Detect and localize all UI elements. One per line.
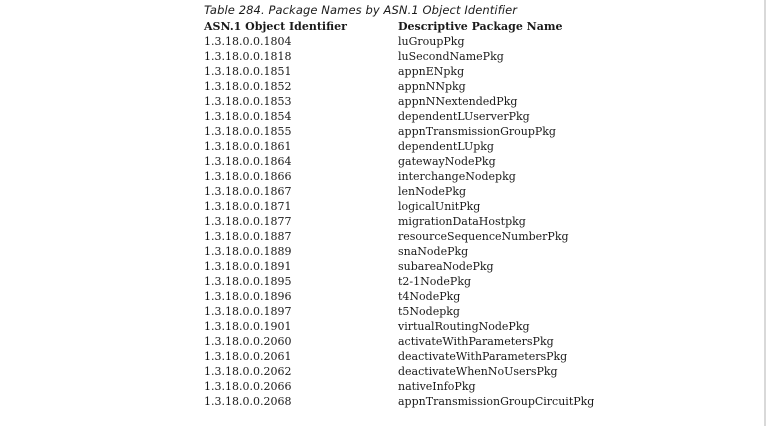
package-name-cell: virtualRoutingNodePkg: [398, 320, 530, 333]
table-body: 1.3.18.0.0.1804 luGroupPkg 1.3.18.0.0.1818…: [202, 34, 638, 409]
table-row: 1.3.18.0.0.1864 gatewayNodePkg: [202, 154, 638, 169]
package-name-cell: deactivateWhenNoUsersPkg: [398, 365, 558, 378]
object-identifier-cell: 1.3.18.0.0.1897: [204, 305, 292, 318]
object-identifier-cell: 1.3.18.0.0.1867: [204, 185, 292, 198]
object-identifier-cell: 1.3.18.0.0.1851: [204, 65, 292, 78]
table-row: 1.3.18.0.0.1871 logicalUnitPkg: [202, 199, 638, 214]
table-row: 1.3.18.0.0.2061 deactivateWithParametersP…: [202, 349, 638, 364]
package-name-cell: t4NodePkg: [398, 290, 461, 303]
package-name-cell: nativeInfoPkg: [398, 380, 476, 393]
table-row: 1.3.18.0.0.1877 migrationDataHostpkg: [202, 214, 638, 229]
object-identifier-cell: 1.3.18.0.0.1864: [204, 155, 292, 168]
header-asn1-object-identifier: ASN.1 Object Identifier: [204, 20, 347, 33]
package-name-cell: luSecondNamePkg: [398, 50, 504, 63]
table-header-row: ASN.1 Object Identifier Descriptive Pack…: [202, 19, 638, 34]
package-name-cell: appnNNextendedPkg: [398, 95, 518, 108]
package-name-cell: t5Nodepkg: [398, 305, 460, 318]
package-name-cell: t2-1NodePkg: [398, 275, 472, 288]
table-row: 1.3.18.0.0.2062 deactivateWhenNoUsersPkg: [202, 364, 638, 379]
table-row: 1.3.18.0.0.1889 snaNodePkg: [202, 244, 638, 259]
package-name-cell: lenNodePkg: [398, 185, 467, 198]
object-identifier-cell: 1.3.18.0.0.2068: [204, 395, 292, 408]
object-identifier-cell: 1.3.18.0.0.1891: [204, 260, 292, 273]
package-name-cell: deactivateWithParametersPkg: [398, 350, 568, 363]
table-row: 1.3.18.0.0.1855 appnTransmissionGroupPkg: [202, 124, 638, 139]
header-descriptive-package-name: Descriptive Package Name: [398, 20, 563, 33]
object-identifier-cell: 1.3.18.0.0.1852: [204, 80, 292, 93]
object-identifier-cell: 1.3.18.0.0.2061: [204, 350, 292, 363]
table-row: 1.3.18.0.0.1852 appnNNpkg: [202, 79, 638, 94]
package-name-cell: snaNodePkg: [398, 245, 469, 258]
package-name-cell: resourceSequenceNumberPkg: [398, 230, 569, 243]
object-identifier-cell: 1.3.18.0.0.1853: [204, 95, 292, 108]
package-name-cell: dependentLUserverPkg: [398, 110, 530, 123]
package-name-cell: luGroupPkg: [398, 35, 465, 48]
object-identifier-cell: 1.3.18.0.0.1887: [204, 230, 292, 243]
table-row: 1.3.18.0.0.1867 lenNodePkg: [202, 184, 638, 199]
object-identifier-cell: 1.3.18.0.0.1895: [204, 275, 292, 288]
object-identifier-cell: 1.3.18.0.0.1855: [204, 125, 292, 138]
object-identifier-cell: 1.3.18.0.0.1896: [204, 290, 292, 303]
table-row: 1.3.18.0.0.1854 dependentLUserverPkg: [202, 109, 638, 124]
table-row: 1.3.18.0.0.1853 appnNNextendedPkg: [202, 94, 638, 109]
package-name-cell: appnTransmissionGroupCircuitPkg: [398, 395, 595, 408]
table-row: 1.3.18.0.0.1901 virtualRoutingNodePkg: [202, 319, 638, 334]
table-row: 1.3.18.0.0.1861 dependentLUpkg: [202, 139, 638, 154]
object-identifier-cell: 1.3.18.0.0.2060: [204, 335, 292, 348]
table-row: 1.3.18.0.0.2060 activateWithParametersPkg: [202, 334, 638, 349]
object-identifier-cell: 1.3.18.0.0.1854: [204, 110, 292, 123]
object-identifier-cell: 1.3.18.0.0.1804: [204, 35, 292, 48]
object-identifier-cell: 1.3.18.0.0.2066: [204, 380, 292, 393]
package-names-table: ASN.1 Object Identifier Descriptive Pack…: [202, 19, 638, 409]
table-row: 1.3.18.0.0.1866 interchangeNodepkg: [202, 169, 638, 184]
package-name-cell: subareaNodePkg: [398, 260, 494, 273]
table-row: 1.3.18.0.0.1895 t2-1NodePkg: [202, 274, 638, 289]
table-row: 1.3.18.0.0.1804 luGroupPkg: [202, 34, 638, 49]
object-identifier-cell: 1.3.18.0.0.1861: [204, 140, 292, 153]
document-page: Table 284. Package Names by ASN.1 Object…: [0, 0, 766, 426]
object-identifier-cell: 1.3.18.0.0.1871: [204, 200, 292, 213]
table-row: 1.3.18.0.0.1887 resourceSequenceNumberPkg: [202, 229, 638, 244]
package-name-cell: gatewayNodePkg: [398, 155, 496, 168]
object-identifier-cell: 1.3.18.0.0.1877: [204, 215, 292, 228]
package-name-cell: migrationDataHostpkg: [398, 215, 526, 228]
package-name-cell: appnNNpkg: [398, 80, 466, 93]
table-row: 1.3.18.0.0.2068 appnTransmissionGroupCirc…: [202, 394, 638, 409]
table-row: 1.3.18.0.0.2066 nativeInfoPkg: [202, 379, 638, 394]
table-row: 1.3.18.0.0.1896 t4NodePkg: [202, 289, 638, 304]
table-row: 1.3.18.0.0.1818 luSecondNamePkg: [202, 49, 638, 64]
object-identifier-cell: 1.3.18.0.0.1901: [204, 320, 292, 333]
table-caption: Table 284. Package Names by ASN.1 Object…: [204, 3, 518, 17]
object-identifier-cell: 1.3.18.0.0.1866: [204, 170, 292, 183]
table-row: 1.3.18.0.0.1897 t5Nodepkg: [202, 304, 638, 319]
package-name-cell: activateWithParametersPkg: [398, 335, 554, 348]
table-row: 1.3.18.0.0.1891 subareaNodePkg: [202, 259, 638, 274]
object-identifier-cell: 1.3.18.0.0.1818: [204, 50, 292, 63]
object-identifier-cell: 1.3.18.0.0.2062: [204, 365, 292, 378]
package-name-cell: appnENpkg: [398, 65, 465, 78]
package-name-cell: dependentLUpkg: [398, 140, 494, 153]
package-name-cell: appnTransmissionGroupPkg: [398, 125, 556, 138]
table-row: 1.3.18.0.0.1851 appnENpkg: [202, 64, 638, 79]
package-name-cell: logicalUnitPkg: [398, 200, 481, 213]
package-name-cell: interchangeNodepkg: [398, 170, 516, 183]
object-identifier-cell: 1.3.18.0.0.1889: [204, 245, 292, 258]
